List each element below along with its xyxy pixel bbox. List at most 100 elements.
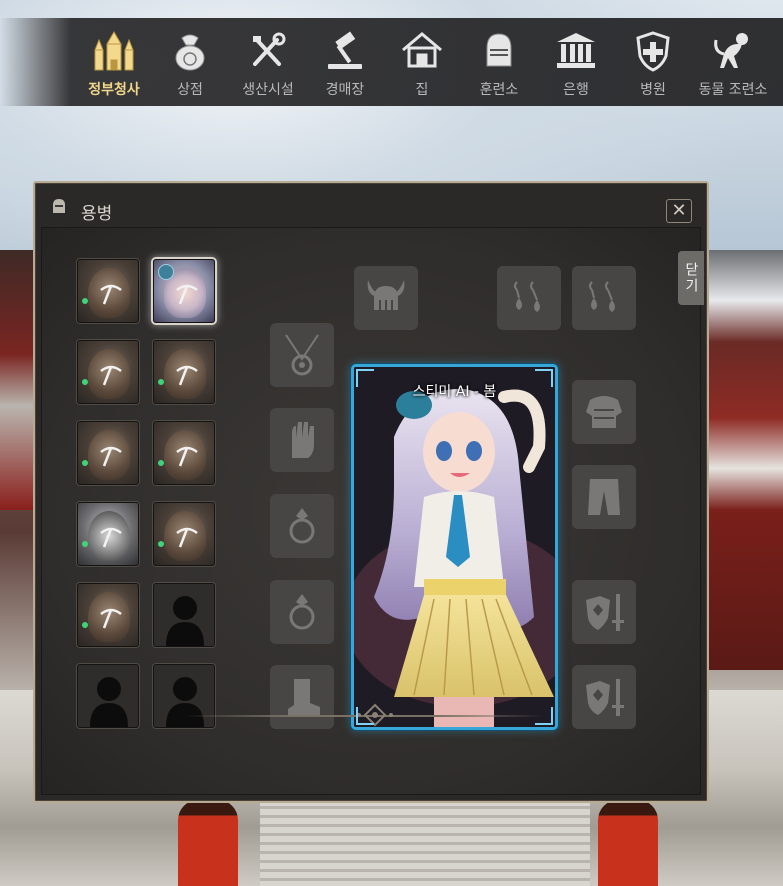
card-corner — [356, 707, 374, 725]
nav-item-auction[interactable]: 경매장 — [305, 18, 385, 106]
class-badge-icon — [158, 264, 174, 280]
ring-icon — [289, 594, 315, 630]
nav-label: 훈련소 — [479, 82, 519, 98]
tools-icon — [253, 32, 286, 66]
house-icon — [402, 32, 442, 68]
status-dot-icon — [158, 541, 164, 547]
pickaxe-icon — [100, 527, 122, 548]
mercenary-portrait[interactable] — [153, 421, 215, 485]
viking-helmet-icon — [367, 280, 405, 310]
pickaxe-icon — [176, 446, 198, 467]
slot-gloves[interactable] — [270, 408, 334, 472]
armor-icon — [586, 396, 622, 428]
nav-label: 집 — [415, 82, 429, 98]
slot-pants[interactable] — [572, 465, 636, 529]
card-corner — [535, 707, 553, 725]
mercenary-slot-locked[interactable] — [153, 583, 215, 647]
nav-item-hospital[interactable]: 병원 — [613, 18, 693, 106]
background-guard-left — [178, 800, 238, 886]
pickaxe-icon — [100, 608, 122, 629]
nav-label: 병원 — [640, 82, 666, 98]
nav-label: 은행 — [563, 82, 589, 98]
necklace-icon — [285, 334, 319, 376]
mercenary-portrait[interactable] — [153, 502, 215, 566]
background-guard-right — [598, 800, 658, 886]
hospital-shield-icon — [636, 31, 670, 72]
mercenary-icon — [53, 199, 65, 213]
slot-necklace[interactable] — [270, 323, 334, 387]
slot-weapon-1[interactable] — [572, 580, 636, 644]
boot-icon — [288, 679, 320, 715]
mercenary-portrait[interactable] — [77, 259, 139, 323]
pickaxe-icon — [100, 365, 122, 386]
mercenary-portrait[interactable] — [153, 340, 215, 404]
character-portrait — [354, 367, 555, 727]
gavel-icon — [328, 31, 362, 69]
mercenary-portrait[interactable] — [153, 259, 215, 323]
window-title: 용병 — [81, 204, 113, 224]
nav-label: 정부청사 — [88, 82, 140, 98]
nav-label: 생산시설 — [242, 82, 294, 98]
pickaxe-icon — [100, 284, 122, 305]
mercenary-portrait[interactable] — [77, 583, 139, 647]
background-palace-right — [705, 250, 783, 670]
top-navigation-bar: 정부청사 상점 생산시설 경매장 집 훈련소 은행 병원 동물 조련소 — [0, 18, 783, 106]
shield-sword-icon — [586, 594, 624, 631]
nav-item-training[interactable]: 훈련소 — [459, 18, 539, 106]
nav-item-shop[interactable]: 상점 — [150, 18, 230, 106]
character-name: 스티미 AI - 봄 — [412, 384, 497, 400]
status-dot-icon — [158, 379, 164, 385]
slot-weapon-2[interactable] — [572, 665, 636, 729]
status-dot-icon — [82, 298, 88, 304]
pickaxe-icon — [100, 446, 122, 467]
nav-item-government-office[interactable]: 정부청사 — [74, 18, 154, 106]
character-card[interactable]: 스티미 AI - 봄 — [351, 364, 558, 730]
ring-icon — [289, 508, 315, 544]
mercenary-slot-locked[interactable] — [77, 664, 139, 728]
mercenary-window: 용병 ✕ 닫기 스티미 AI - 봄 — [33, 181, 709, 803]
bank-icon — [557, 33, 595, 68]
pickaxe-icon — [176, 365, 198, 386]
nav-item-production[interactable]: 생산시설 — [228, 18, 308, 106]
status-dot-icon — [82, 622, 88, 628]
side-close-button[interactable]: 닫기 — [678, 251, 704, 305]
status-dot-icon — [82, 460, 88, 466]
nav-item-bank[interactable]: 은행 — [536, 18, 616, 106]
nav-item-house[interactable]: 집 — [382, 18, 462, 106]
mercenary-slot-locked[interactable] — [153, 664, 215, 728]
background-stairs — [260, 800, 590, 886]
pants-icon — [588, 479, 620, 515]
money-bag-icon — [175, 34, 205, 71]
pickaxe-icon — [176, 527, 198, 548]
earring-icon — [514, 281, 540, 312]
glove-icon — [292, 422, 314, 458]
window-header: 용병 ✕ — [35, 183, 707, 227]
slot-earring-left[interactable] — [497, 266, 561, 330]
nav-label: 상점 — [177, 82, 203, 98]
status-dot-icon — [82, 379, 88, 385]
nav-label: 경매장 — [325, 82, 365, 98]
locked-silhouette-icon — [90, 677, 128, 727]
castle-icon — [94, 31, 134, 71]
nav-item-animal-training[interactable]: 동물 조련소 — [690, 18, 776, 106]
close-button[interactable]: ✕ — [666, 199, 692, 223]
slot-helmet[interactable] — [354, 266, 418, 330]
locked-silhouette-icon — [166, 596, 204, 646]
earring-icon — [589, 281, 615, 312]
monkey-icon — [714, 33, 748, 68]
status-dot-icon — [82, 541, 88, 547]
slot-armor[interactable] — [572, 380, 636, 444]
shield-sword-icon — [586, 679, 624, 716]
mercenary-portrait[interactable] — [77, 340, 139, 404]
locked-silhouette-icon — [166, 677, 204, 727]
slot-earring-right[interactable] — [572, 266, 636, 330]
slot-boots[interactable] — [270, 665, 334, 729]
slot-ring-1[interactable] — [270, 494, 334, 558]
pickaxe-icon — [176, 284, 198, 305]
status-dot-icon — [158, 460, 164, 466]
slot-ring-2[interactable] — [270, 580, 334, 644]
nav-label: 동물 조련소 — [698, 82, 768, 98]
helmet-icon — [486, 33, 512, 67]
mercenary-portrait[interactable] — [77, 421, 139, 485]
mercenary-portrait[interactable] — [77, 502, 139, 566]
